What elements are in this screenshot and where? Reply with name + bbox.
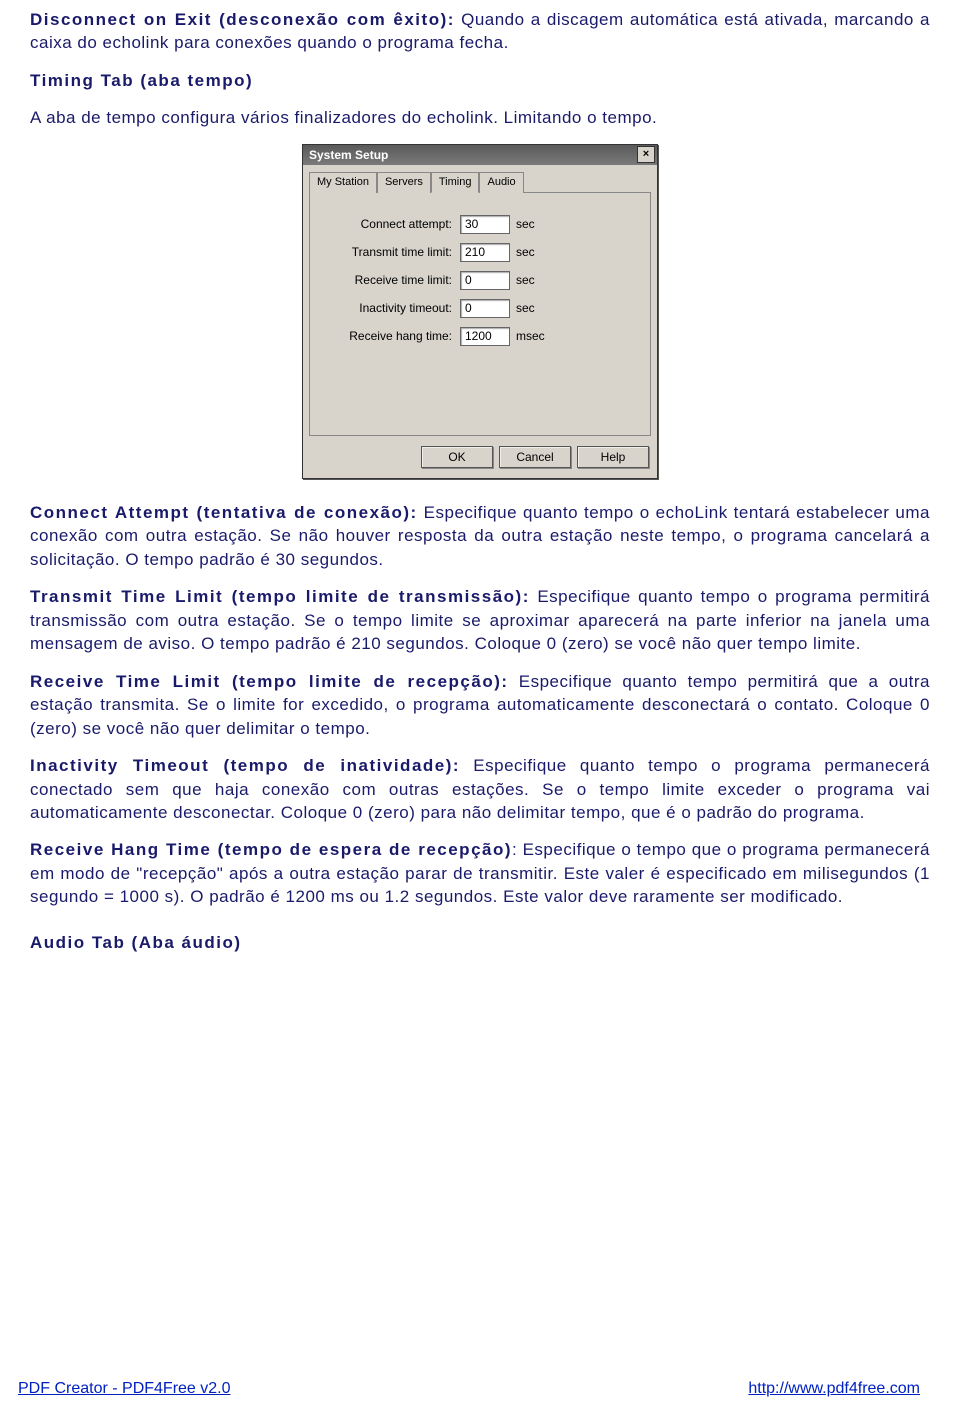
row-transmit-limit: Transmit time limit: sec [324,243,636,262]
tab-panel-timing: Connect attempt: sec Transmit time limit… [309,192,651,436]
bold-label: Inactivity Timeout (tempo de inatividade… [30,756,460,775]
bold-label: Audio Tab (Aba áudio) [30,933,242,952]
cancel-button[interactable]: Cancel [499,446,571,468]
tab-servers[interactable]: Servers [377,172,431,193]
unit-label: sec [510,300,535,317]
heading-audio-tab: Audio Tab (Aba áudio) [30,931,930,954]
bold-label: Receive Time Limit (tempo limite de rece… [30,672,509,691]
unit-label: sec [510,272,535,289]
tab-my-station[interactable]: My Station [309,172,377,193]
field-label: Receive time limit: [324,272,460,289]
bold-label: Receive Hang Time (tempo de espera de re… [30,840,512,859]
field-label: Transmit time limit: [324,244,460,261]
unit-label: sec [510,244,535,261]
heading-timing-tab: Timing Tab (aba tempo) [30,69,930,92]
connect-attempt-input[interactable] [460,215,510,234]
para-connect-attempt: Connect Attempt (tentativa de conexão): … [30,501,930,571]
help-button[interactable]: Help [577,446,649,468]
tab-timing[interactable]: Timing [431,172,480,193]
ok-button[interactable]: OK [421,446,493,468]
bold-label: Disconnect on Exit (desconexão com êxito… [30,10,455,29]
row-inactivity-timeout: Inactivity timeout: sec [324,299,636,318]
row-receive-hang: Receive hang time: msec [324,327,636,346]
para-disconnect-on-exit: Disconnect on Exit (desconexão com êxito… [30,8,930,55]
field-label: Inactivity timeout: [324,300,460,317]
unit-label: msec [510,328,545,345]
receive-limit-input[interactable] [460,271,510,290]
para-inactivity-timeout: Inactivity Timeout (tempo de inatividade… [30,754,930,824]
dialog-title: System Setup [309,147,388,164]
dialog-button-row: OK Cancel Help [303,436,657,478]
page-footer: PDF Creator - PDF4Free v2.0 http://www.p… [0,1378,960,1400]
row-connect-attempt: Connect attempt: sec [324,215,636,234]
bold-label: Transmit Time Limit (tempo limite de tra… [30,587,530,606]
tab-audio[interactable]: Audio [479,172,523,193]
para-receive-hang: Receive Hang Time (tempo de espera de re… [30,838,930,908]
tab-strip: My Station Servers Timing Audio [309,171,657,192]
unit-label: sec [510,216,535,233]
bold-label: Timing Tab (aba tempo) [30,71,253,90]
receive-hang-input[interactable] [460,327,510,346]
transmit-limit-input[interactable] [460,243,510,262]
document-page: Disconnect on Exit (desconexão com êxito… [0,0,960,954]
row-receive-limit: Receive time limit: sec [324,271,636,290]
close-icon[interactable]: × [637,146,655,163]
field-label: Receive hang time: [324,328,460,345]
inactivity-timeout-input[interactable] [460,299,510,318]
para-timing-intro: A aba de tempo configura vários finaliza… [30,106,930,129]
dialog-titlebar[interactable]: System Setup × [303,145,657,165]
dialog-wrap: System Setup × My Station Servers Timing… [30,144,930,479]
footer-left-link[interactable]: PDF Creator - PDF4Free v2.0 [18,1378,231,1400]
system-setup-dialog: System Setup × My Station Servers Timing… [302,144,658,479]
field-label: Connect attempt: [324,216,460,233]
footer-right-link[interactable]: http://www.pdf4free.com [748,1378,920,1400]
para-transmit-limit: Transmit Time Limit (tempo limite de tra… [30,585,930,655]
para-receive-limit: Receive Time Limit (tempo limite de rece… [30,670,930,740]
bold-label: Connect Attempt (tentativa de conexão): [30,503,418,522]
